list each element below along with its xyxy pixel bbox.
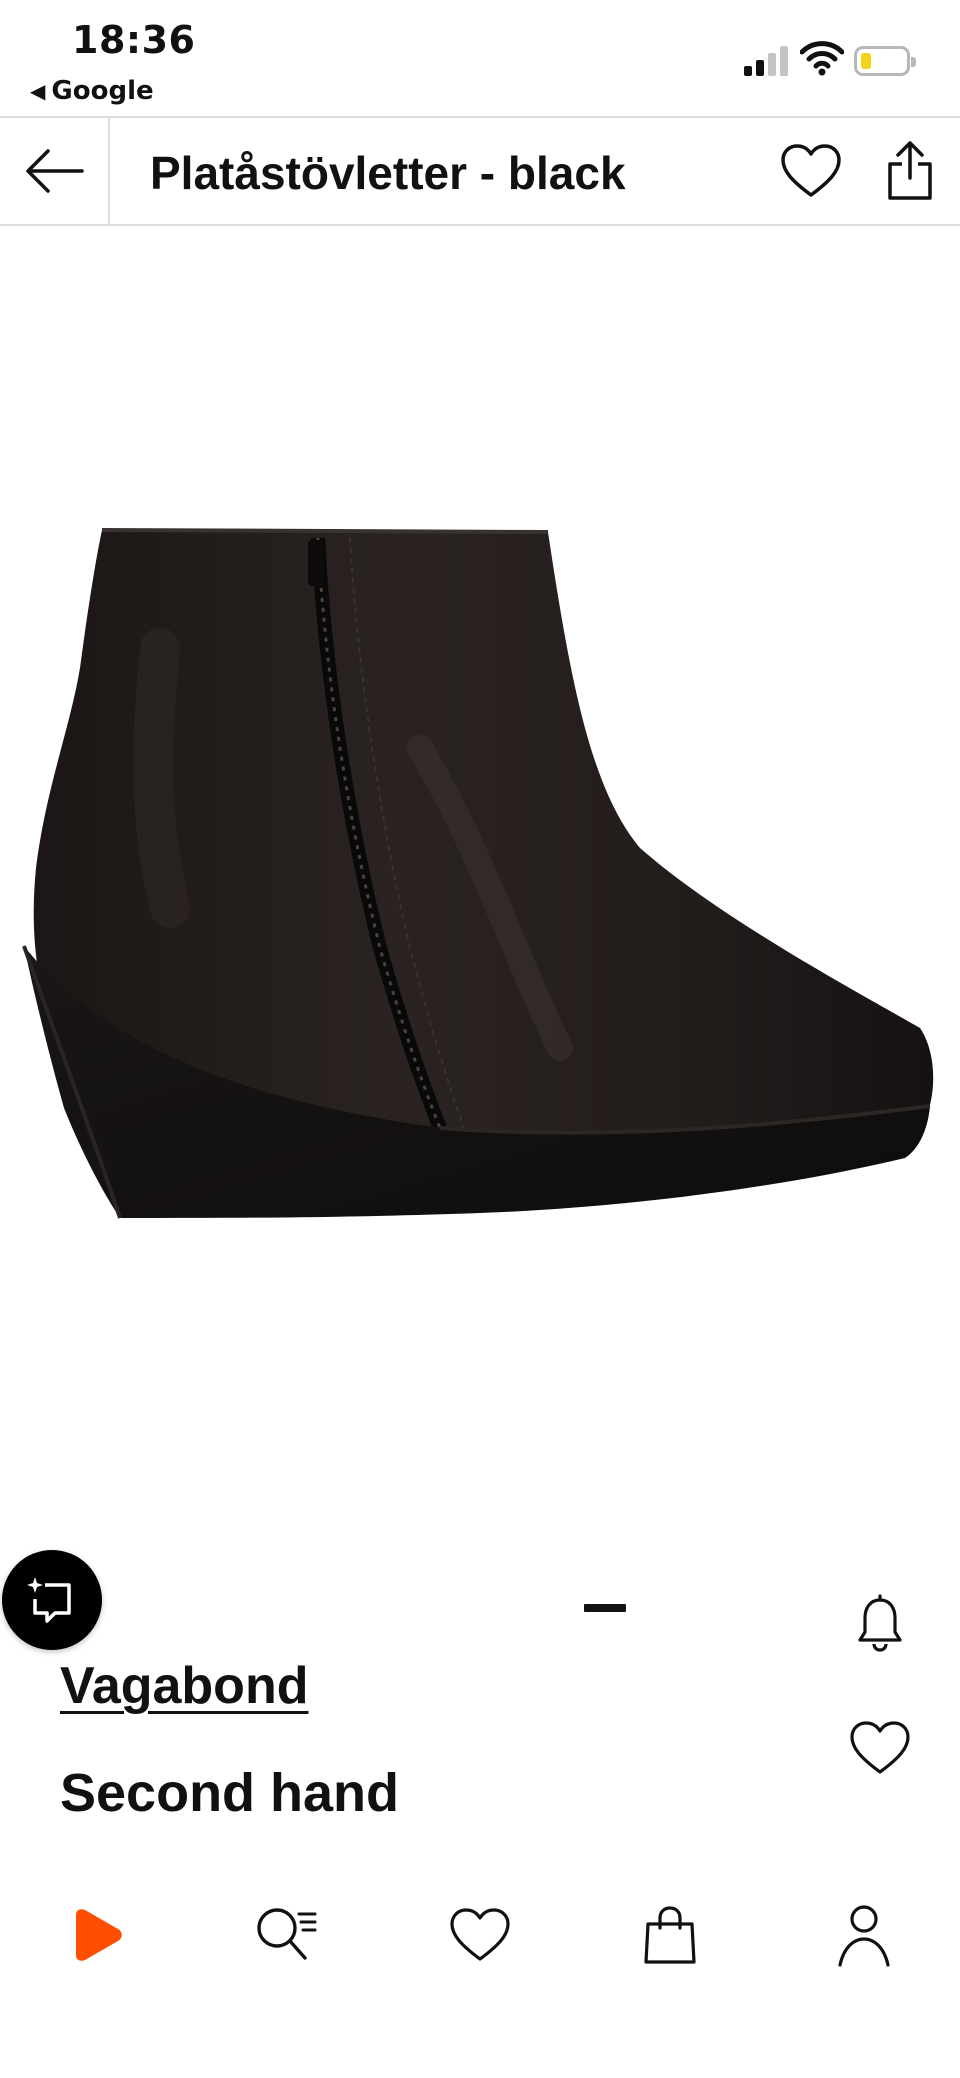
product-condition: Second hand — [60, 1763, 400, 1823]
bell-icon — [858, 1594, 902, 1652]
back-to-app-link[interactable]: ◀ Google — [30, 76, 154, 106]
heart-outline-icon — [850, 1721, 910, 1774]
cellular-signal-icon — [744, 44, 788, 76]
find-similar-button[interactable] — [2, 1550, 102, 1650]
back-app-label: Google — [51, 76, 154, 106]
triangle-left-icon: ◀ — [30, 79, 46, 103]
heart-outline-icon — [781, 144, 841, 197]
share-icon — [888, 141, 932, 200]
home-indicator-area — [0, 1990, 960, 2078]
nav-wishlist[interactable] — [440, 1880, 520, 1990]
header-wishlist-button[interactable] — [780, 142, 842, 200]
find-similar-icon — [27, 1577, 71, 1623]
brand-link[interactable]: Vagabond — [60, 1656, 308, 1716]
heart-outline-icon — [450, 1908, 510, 1961]
back-button[interactable] — [0, 118, 110, 224]
nav-search[interactable] — [246, 1880, 326, 1990]
battery-low-icon — [854, 46, 916, 76]
bottom-navigation — [0, 1880, 960, 1990]
ankle-boot-image — [22, 528, 934, 1219]
search-icon — [257, 1908, 317, 1960]
status-time: 18:36 — [72, 18, 196, 62]
notify-button[interactable] — [850, 1590, 910, 1656]
product-image-gallery[interactable] — [0, 228, 960, 1774]
arrow-left-icon — [26, 149, 84, 193]
page-title: Platåstövletter - black — [150, 147, 626, 199]
nav-bag[interactable] — [630, 1880, 710, 1990]
user-icon — [838, 1905, 890, 1967]
shopping-bag-icon — [644, 1906, 696, 1964]
status-bar: 18:36 ◀ Google — [0, 0, 960, 116]
product-header: Platåstövletter - black — [0, 116, 960, 226]
image-wishlist-button[interactable] — [848, 1718, 912, 1778]
image-pager-indicator — [584, 1604, 626, 1612]
nav-home[interactable] — [58, 1880, 138, 1990]
wifi-icon — [800, 41, 844, 76]
nav-account[interactable] — [824, 1880, 904, 1990]
share-button[interactable] — [880, 138, 940, 204]
zalando-logo-icon — [76, 1909, 122, 1961]
